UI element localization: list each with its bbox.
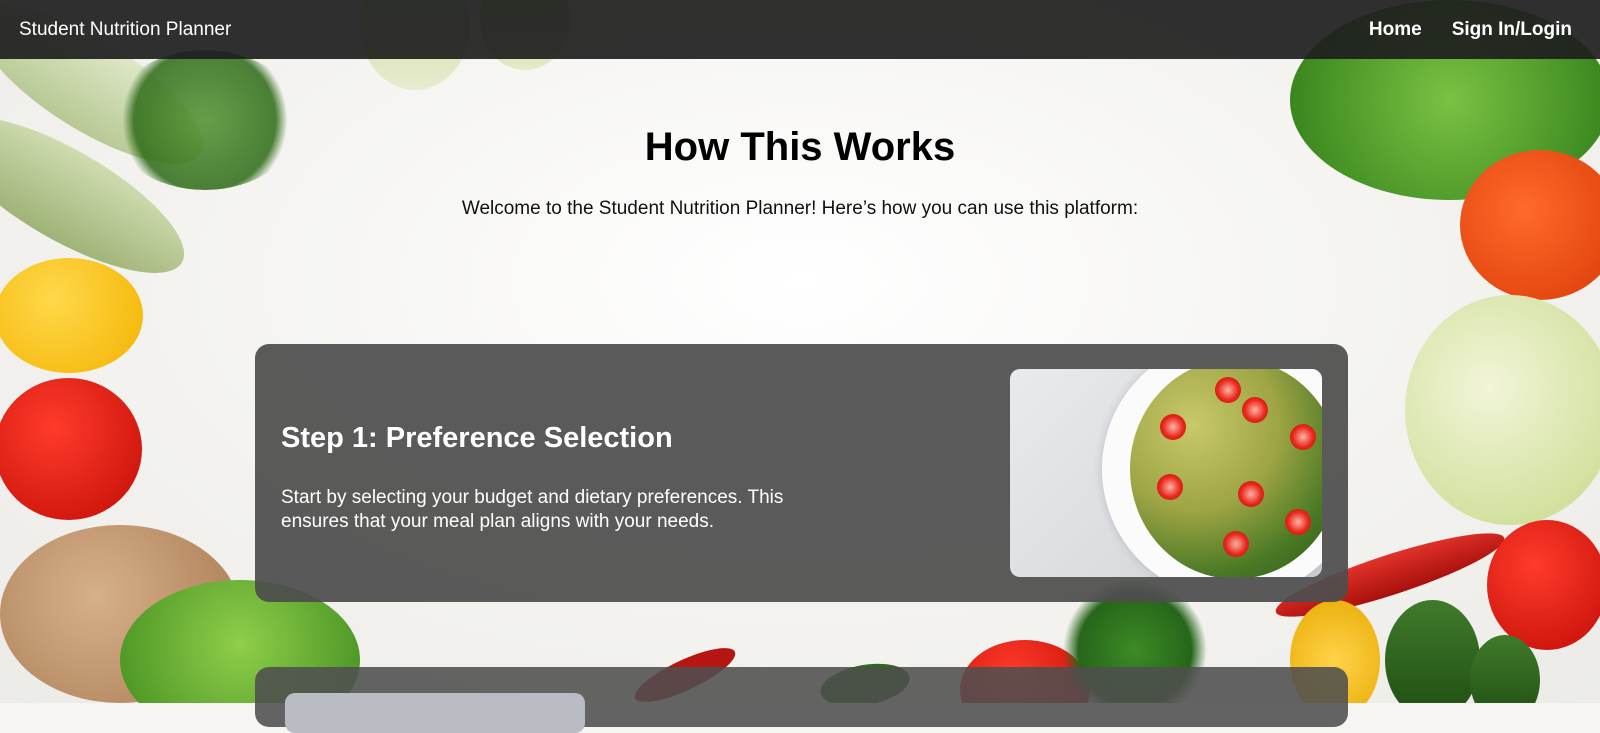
tomato-slice [1160, 414, 1186, 440]
cabbage-image [1405, 295, 1600, 525]
nav-home-link[interactable]: Home [1369, 19, 1422, 41]
step-card-next [255, 667, 1348, 733]
tomato-slice [1238, 481, 1264, 507]
main-content: How This Works Welcome to the Student Nu… [0, 59, 1600, 220]
cucumber-image [1385, 600, 1480, 703]
salad-image [1010, 369, 1322, 577]
lemon-image [0, 258, 143, 373]
tomato-slice [1215, 377, 1241, 403]
tomato-image [0, 378, 142, 520]
tomato-slice [1285, 509, 1311, 535]
tomato-slice [1223, 531, 1249, 557]
top-navbar: Student Nutrition Planner Home Sign In/L… [0, 0, 1600, 59]
tomato-slice [1242, 397, 1268, 423]
tomato-slice [1290, 424, 1316, 450]
page-title: How This Works [644, 125, 956, 169]
step-card: Step 1: Preference Selection Start by se… [255, 344, 1348, 602]
step-title: Step 1: Preference Selection [281, 422, 673, 454]
brand-link[interactable]: Student Nutrition Planner [19, 19, 231, 41]
step-description: Start by selecting your budget and dieta… [281, 487, 784, 532]
intro-text: Welcome to the Student Nutrition Planner… [461, 198, 1139, 219]
tomato-image [1487, 520, 1600, 650]
step-image [285, 693, 585, 733]
nav-sign-in-link[interactable]: Sign In/Login [1452, 19, 1572, 41]
nav-links: Home Sign In/Login [1339, 19, 1572, 41]
tomato-slice [1157, 474, 1183, 500]
